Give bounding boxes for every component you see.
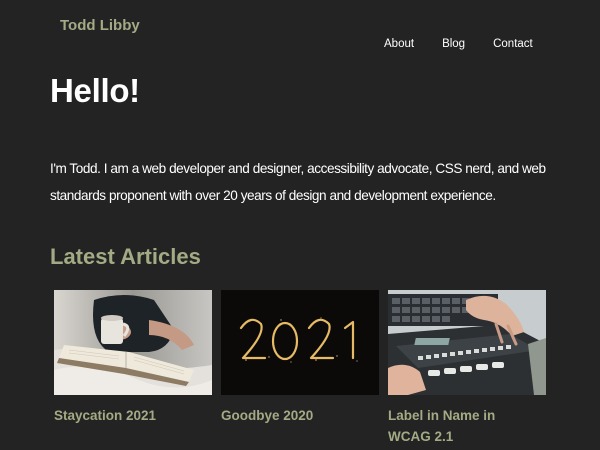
nav-link-contact[interactable]: Contact [493, 38, 533, 50]
page: Todd Libby About Blog Contact Hello! I'm… [0, 0, 600, 450]
latest-articles-heading: Latest Articles [50, 244, 201, 269]
intro-paragraph: I'm Todd. I am a web developer and desig… [50, 161, 546, 203]
site-title-link[interactable]: Todd Libby [60, 17, 140, 34]
article-card: Label in Name in WCAG 2.1 [388, 290, 546, 450]
article-card: Staycation 2021 [54, 290, 212, 450]
nav-link-about[interactable]: About [384, 38, 414, 50]
main-nav: About Blog Contact [384, 38, 533, 50]
person-reading-book-with-mug-image[interactable] [54, 290, 212, 395]
article-card: Goodbye 2020 [221, 290, 379, 450]
article-title-link[interactable]: Label in Name in WCAG 2.1 [388, 405, 538, 447]
braille-display-keyboard-image[interactable] [388, 290, 546, 395]
sparkler-2021-image[interactable] [221, 290, 379, 395]
nav-link-blog[interactable]: Blog [442, 38, 465, 50]
articles-list: Staycation 2021 Goodbye 2020 Label in Na… [54, 290, 546, 450]
article-title-link[interactable]: Goodbye 2020 [221, 405, 379, 426]
article-title-link[interactable]: Staycation 2021 [54, 405, 212, 426]
hero-title: Hello! [50, 72, 140, 109]
